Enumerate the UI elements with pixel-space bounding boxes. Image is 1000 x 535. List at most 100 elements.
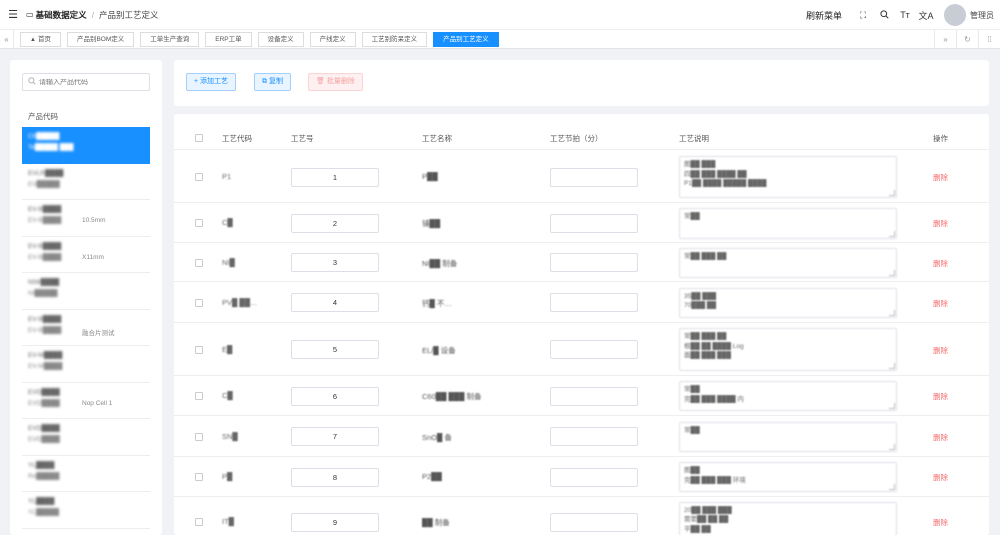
process-desc-textarea[interactable]: 图██ ███ 四██ ███ ████ ██ P1██ ████ █████ … [679,156,897,198]
row-checkbox[interactable] [195,258,203,267]
product-list-item[interactable]: EV-M████ EV-M████ [22,346,150,383]
row-checkbox[interactable] [195,392,203,400]
process-no-input[interactable]: 2 [291,213,379,233]
breadcrumb: ▭ 基础数据定义 / 产品别工艺定义 [26,9,158,21]
process-desc-textarea[interactable]: 图██ 完██ ███ ███ 环境 [679,462,897,492]
tab-menu-icon[interactable]: ⁞⁞ [978,30,1000,49]
process-beat-input[interactable] [550,293,638,312]
row-checkbox[interactable] [195,219,203,227]
process-beat-input[interactable] [550,467,638,487]
process-beat-input[interactable] [550,340,638,359]
process-desc-textarea[interactable]: 常██ ███ ██ 根██ ██ ████ Log 面██ ███ ███ [679,328,897,371]
avatar[interactable] [944,4,966,26]
product-list-item[interactable]: YL████ Re█████ [22,456,150,492]
col-process-desc: 工艺说明 [679,134,709,143]
product-search[interactable] [22,73,150,91]
delete-button[interactable]: 删除 [933,218,948,229]
tab-product-bom[interactable]: 产品别BOM定义 [66,31,135,47]
process-desc-textarea[interactable]: 常██ [679,421,897,452]
product-list-item[interactable]: EVD████ EVD████ Nop Cell 1 [22,383,150,419]
tab-work-order-query[interactable]: 工单生产查询 [140,31,200,47]
delete-button[interactable]: 删除 [933,472,948,483]
process-desc-textarea[interactable]: 35██ ███ 70███ ██ [679,287,897,318]
tabs-scroll-right-icon[interactable]: » [934,30,956,49]
row-checkbox[interactable] [195,173,203,181]
refresh-menu-button[interactable]: 刷新菜单 [806,9,842,22]
row-checkbox[interactable] [195,432,203,441]
tabs-controls: » ↻ ⁞⁞ [934,30,1000,49]
delete-button[interactable]: 删除 [933,432,948,443]
refresh-tab-icon[interactable]: ↻ [956,30,978,49]
font-size-icon[interactable]: Tт [896,10,914,20]
fullscreen-icon[interactable]: ⛶ [854,10,872,21]
col-process-name: 工艺名称 [422,134,452,143]
breadcrumb-current: 产品别工艺定义 [98,9,159,20]
row-checkbox[interactable] [195,345,203,354]
delete-button[interactable]: 删除 [933,517,948,528]
product-list-item[interactable]: EVD████ EVD████ [22,419,150,456]
product-search-input[interactable] [39,78,139,86]
process-desc-textarea[interactable]: 20██ ███ ███ 需要██ ██ ██ 平██ ██ [679,501,897,535]
process-beat-input[interactable] [550,427,638,446]
batch-delete-button[interactable]: 🗑 批量删除 [308,73,363,91]
process-no-input[interactable]: 4 [291,293,379,312]
process-desc-textarea[interactable]: 常██ [679,207,897,239]
process-code: NI█ [222,257,235,267]
product-list-item[interactable]: EVLR████ EV█████ [22,164,150,200]
col-process-beat: 工艺节拍（分） [550,134,603,143]
process-no-input[interactable]: 8 [291,467,379,487]
row-checkbox[interactable] [195,473,203,481]
process-desc-textarea[interactable]: 常██ ███ ██ [679,247,897,278]
delete-button[interactable]: 删除 [933,345,948,356]
product-list-item[interactable]: YL████ YL█████ [22,492,150,529]
process-beat-input[interactable] [550,253,638,272]
tab-home[interactable]: ▲ 首页 [20,31,61,47]
tabs-scroll-left-icon[interactable]: « [0,29,14,49]
process-no-input[interactable]: 6 [291,386,379,406]
search-icon[interactable] [875,9,893,21]
process-no-input[interactable]: 5 [291,340,379,359]
row-checkbox[interactable] [195,298,203,307]
product-code: EVLR████ [28,169,64,177]
process-no-input[interactable]: 7 [291,427,379,446]
tab-product-process[interactable]: 产品别工艺定义 [433,31,499,47]
add-process-button[interactable]: + 添加工艺 [186,73,237,91]
product-list-item[interactable]: EV-B████ EV-B████ 融合片测试 [22,310,150,346]
copy-button[interactable]: ⧉ 复制 [254,73,291,91]
translate-icon[interactable]: 文A [917,9,935,22]
process-beat-input[interactable] [550,167,638,187]
process-desc-textarea[interactable]: 常██ 完██ ███ ████ 内 [679,381,897,411]
product-list-item[interactable]: C6█████ Te█████ ███ [22,127,150,164]
row-checkbox[interactable] [195,518,203,526]
product-list-item[interactable]: EV-B████ EV-B████ 10.5mm [22,200,150,237]
breadcrumb-root[interactable]: ▭ 基础数据定义 [26,9,87,21]
process-beat-input[interactable] [550,386,638,406]
table-row: SN█ 7 SnO█ 备 常██ 删除 [174,416,989,457]
process-beat-input[interactable] [550,213,638,233]
tab-erp-work-order[interactable]: ERP工单 [205,31,252,47]
product-name: EVD████ [28,436,60,443]
table-row: PV█ ██… 4 钙█ 不… 35██ ███ 70███ ██ 删除 [174,282,989,323]
tab-production-line[interactable]: 产线定义 [309,31,356,47]
delete-button[interactable]: 删除 [933,391,948,402]
tab-equipment[interactable]: 设备定义 [257,31,304,47]
product-code: NIW████ [28,279,60,286]
product-list-item[interactable]: NIW████ NI█████ [22,273,150,310]
process-no-input[interactable]: 9 [291,512,379,532]
process-no-input[interactable]: 3 [291,253,379,272]
process-beat-input[interactable] [550,512,638,532]
product-list-item[interactable]: EV-B████ EV-B████ X11mm [22,237,150,273]
username[interactable]: 管理员 [970,10,994,21]
hamburger-menu-icon[interactable]: ☰ [4,8,22,21]
product-code: EVD████ [28,425,60,432]
process-code: PV█ ██… [222,297,258,307]
process-table: 工艺代码 工艺号 工艺名称 工艺节拍（分） 工艺说明 操作 P1 1 P██ 图██ … [174,114,989,535]
col-process-code: 工艺代码 [222,134,252,143]
select-all-checkbox[interactable] [195,134,203,142]
delete-button[interactable]: 删除 [933,172,948,183]
tab-process-foolproof[interactable]: 工艺别防呆定义 [361,31,428,47]
table-row: P█ 8 P2██ 图██ 完██ ███ ███ 环境 删除 [174,457,989,497]
delete-button[interactable]: 删除 [933,258,948,269]
process-no-input[interactable]: 1 [291,167,379,187]
delete-button[interactable]: 删除 [933,298,948,309]
